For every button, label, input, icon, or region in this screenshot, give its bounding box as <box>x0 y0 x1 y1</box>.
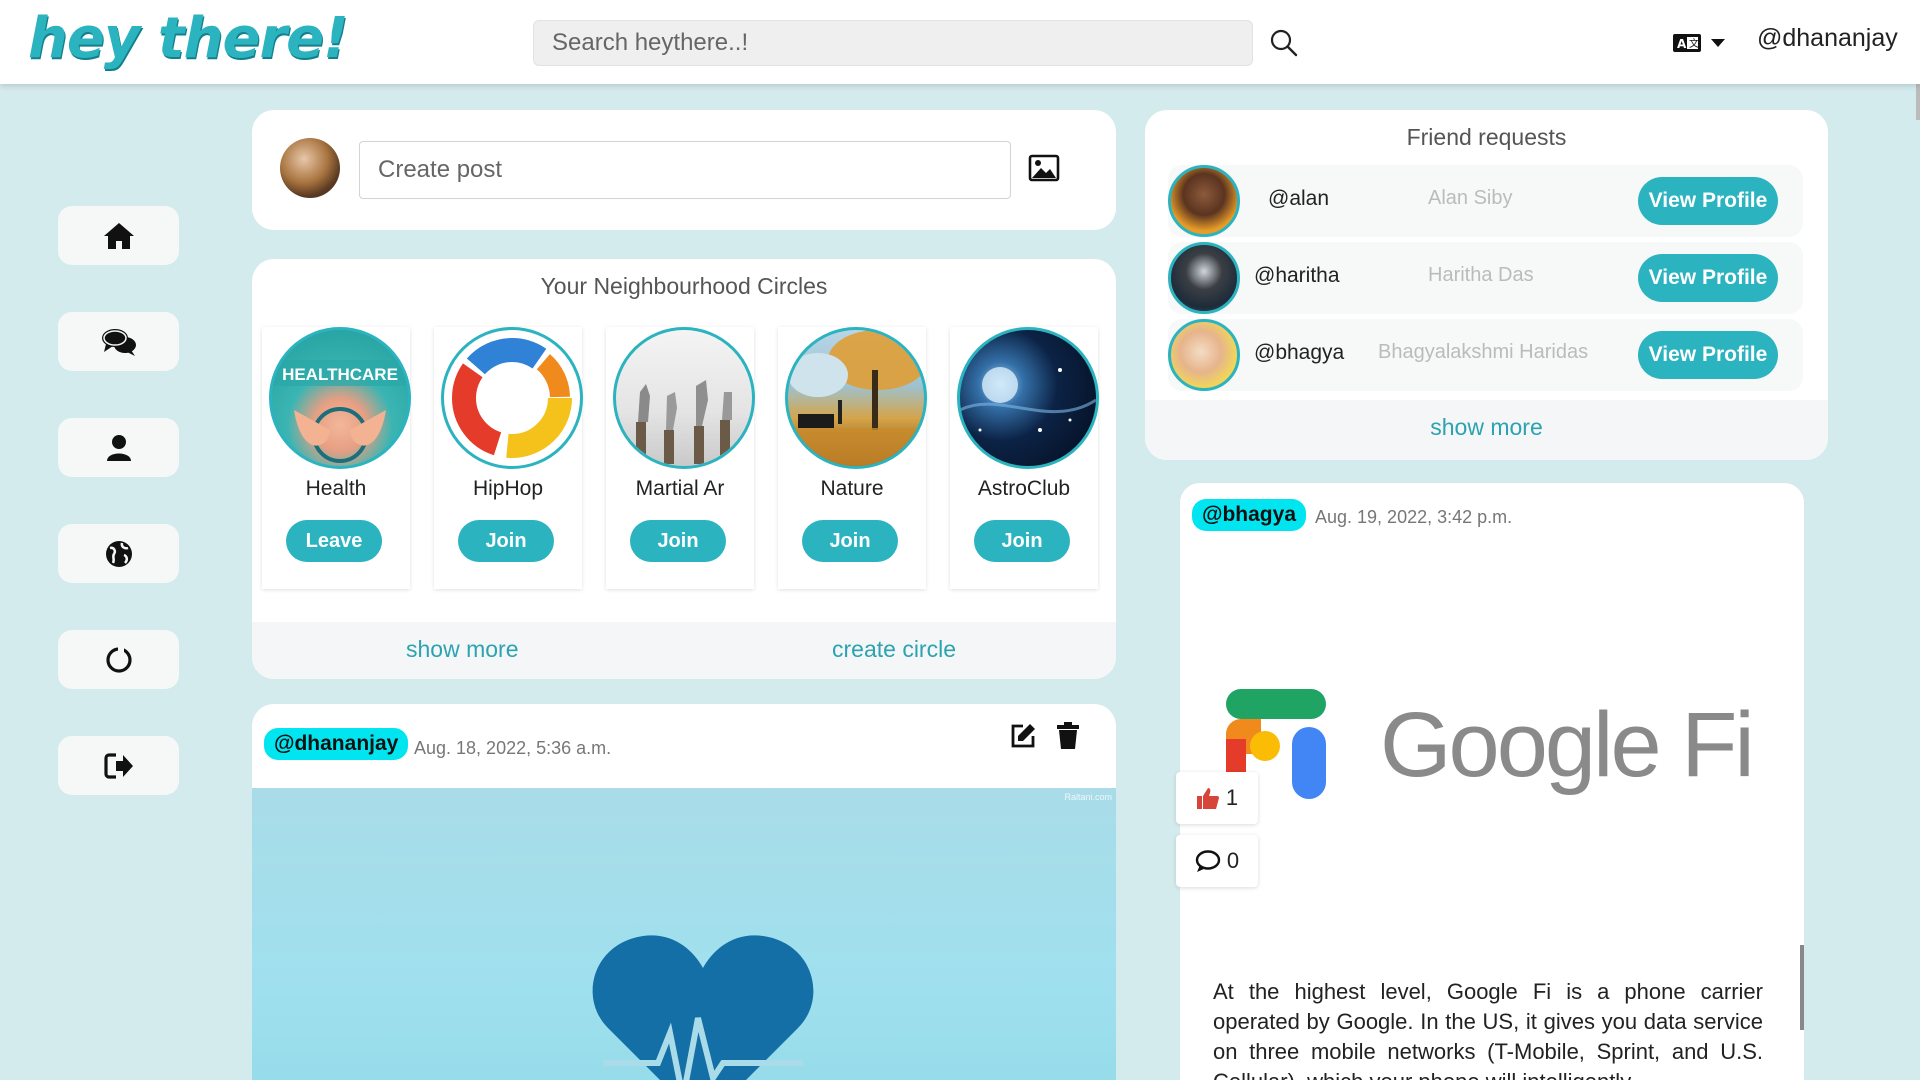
avatar[interactable] <box>1168 242 1240 314</box>
comment-count: 0 <box>1226 848 1240 873</box>
thumbs-up-icon <box>1196 788 1219 809</box>
app-logo[interactable]: hey there! <box>28 6 349 71</box>
chat-icon <box>101 328 136 356</box>
view-profile-button[interactable]: View Profile <box>1638 331 1778 379</box>
nav-logout[interactable] <box>58 736 179 795</box>
profile-icon <box>106 434 131 461</box>
nav-chat[interactable] <box>58 312 179 371</box>
chevron-down-icon <box>1711 39 1725 47</box>
friends-show-more-link[interactable]: show more <box>1145 414 1828 441</box>
join-circle-button[interactable]: Join <box>458 520 554 562</box>
post-date: Aug. 19, 2022, 3:42 p.m. <box>1315 507 1513 527</box>
translate-icon: A文 <box>1673 34 1701 52</box>
friend-name: Haritha Das <box>1428 264 1534 286</box>
circle-name: Martial Ar <box>635 477 725 500</box>
circle-name: Health <box>305 477 367 500</box>
circle-name: AstroClub <box>977 477 1071 500</box>
circle-image-astroclub[interactable] <box>957 327 1099 469</box>
heart-icon <box>592 935 814 1080</box>
friend-requests-footer: show more <box>1145 400 1828 460</box>
post-author-tag[interactable]: @bhagya <box>1192 499 1306 531</box>
circle-card-nature: Nature Join <box>778 327 927 589</box>
comment-button[interactable]: 0 <box>1176 835 1258 887</box>
nav-circles[interactable] <box>58 630 179 689</box>
image-watermark: Raltani.com <box>1064 792 1112 802</box>
comment-icon <box>1195 850 1221 872</box>
circle-image-martial-arts[interactable] <box>613 327 755 469</box>
search-input[interactable] <box>533 20 1253 66</box>
circle-image-nature[interactable] <box>785 327 927 469</box>
avatar[interactable] <box>1168 165 1240 237</box>
create-post-card <box>252 110 1116 230</box>
circle-card-astroclub: AstroClub Join <box>950 327 1099 589</box>
feed-post-scrollbar[interactable] <box>1800 945 1804 1030</box>
friend-name: Alan Siby <box>1428 187 1513 209</box>
join-circle-button[interactable]: Join <box>630 520 726 562</box>
friend-requests-title: Friend requests <box>1406 124 1567 150</box>
post-image[interactable]: Google Fi <box>1220 683 1780 813</box>
svg-text:A: A <box>1677 37 1687 51</box>
post-date: Aug. 18, 2022, 5:36 a.m. <box>414 738 612 758</box>
friend-requests-card: Friend requests @alan Alan Siby View Pro… <box>1145 110 1828 460</box>
join-circle-button[interactable]: Join <box>974 520 1070 562</box>
image-upload-icon[interactable] <box>1028 154 1060 184</box>
post-image[interactable]: Raltani.com <box>252 788 1116 1080</box>
home-icon <box>103 222 134 249</box>
circles-show-more-link[interactable]: show more <box>406 636 518 663</box>
circle-card-hiphop: HipHop Join <box>434 327 583 589</box>
edit-icon[interactable] <box>1009 722 1039 752</box>
feed-post-card: @bhagya Aug. 19, 2022, 3:42 p.m. Google … <box>1180 483 1804 1080</box>
svg-text:文: 文 <box>1689 37 1699 50</box>
circle-image-hiphop[interactable] <box>441 327 583 469</box>
create-circle-link[interactable]: create circle <box>832 636 956 663</box>
avatar[interactable] <box>280 138 340 198</box>
like-button[interactable]: 1 <box>1176 772 1258 824</box>
circle-icon <box>105 645 132 673</box>
friend-request-row: @haritha Haritha Das View Profile <box>1168 242 1803 314</box>
top-bar: hey there! A文 @dhananjay <box>0 0 1920 84</box>
logout-icon <box>103 752 133 779</box>
circles-footer: show more create circle <box>252 622 1116 679</box>
neighbourhood-circles-card: Your Neighbourhood Circles HEALTHCARE He… <box>252 259 1116 679</box>
nav-profile[interactable] <box>58 418 179 477</box>
like-count: 1 <box>1225 785 1239 810</box>
language-dropdown[interactable]: A文 <box>1672 28 1732 58</box>
my-post-card: @dhananjay Aug. 18, 2022, 5:36 a.m. Ralt… <box>252 704 1116 1080</box>
svg-text:HEALTHCARE: HEALTHCARE <box>282 365 398 384</box>
circle-image-health[interactable]: HEALTHCARE <box>269 327 411 469</box>
friend-request-row: @bhagya Bhagyalakshmi Haridas View Profi… <box>1168 319 1803 391</box>
circles-title: Your Neighbourhood Circles <box>540 273 828 299</box>
search-icon[interactable] <box>1268 27 1300 59</box>
avatar[interactable] <box>1168 319 1240 391</box>
brand-text: Google Fi <box>1380 694 1755 796</box>
friend-request-row: @alan Alan Siby View Profile <box>1168 165 1803 237</box>
delete-icon[interactable] <box>1056 722 1086 752</box>
post-author-tag[interactable]: @dhananjay <box>264 728 409 760</box>
view-profile-button[interactable]: View Profile <box>1638 177 1778 225</box>
friend-handle[interactable]: @bhagya <box>1254 341 1344 365</box>
circle-card-martial-arts: Martial Ar Join <box>606 327 755 589</box>
friend-name: Bhagyalakshmi Haridas <box>1378 341 1589 363</box>
view-profile-button[interactable]: View Profile <box>1638 254 1778 302</box>
current-user[interactable]: @dhananjay <box>1757 24 1898 53</box>
post-body-text: At the highest level, Google Fi is a pho… <box>1213 979 1763 1080</box>
nav-home[interactable] <box>58 206 179 265</box>
create-post-input[interactable] <box>359 141 1011 199</box>
leave-circle-button[interactable]: Leave <box>286 520 382 562</box>
nav-explore[interactable] <box>58 524 179 583</box>
join-circle-button[interactable]: Join <box>802 520 898 562</box>
circle-card-health: HEALTHCARE Health Leave <box>262 327 411 589</box>
globe-icon <box>105 540 132 567</box>
friend-handle[interactable]: @alan <box>1268 187 1329 211</box>
circle-name: HipHop <box>472 477 544 500</box>
friend-handle[interactable]: @haritha <box>1254 264 1340 288</box>
circle-name: Nature <box>820 477 884 500</box>
